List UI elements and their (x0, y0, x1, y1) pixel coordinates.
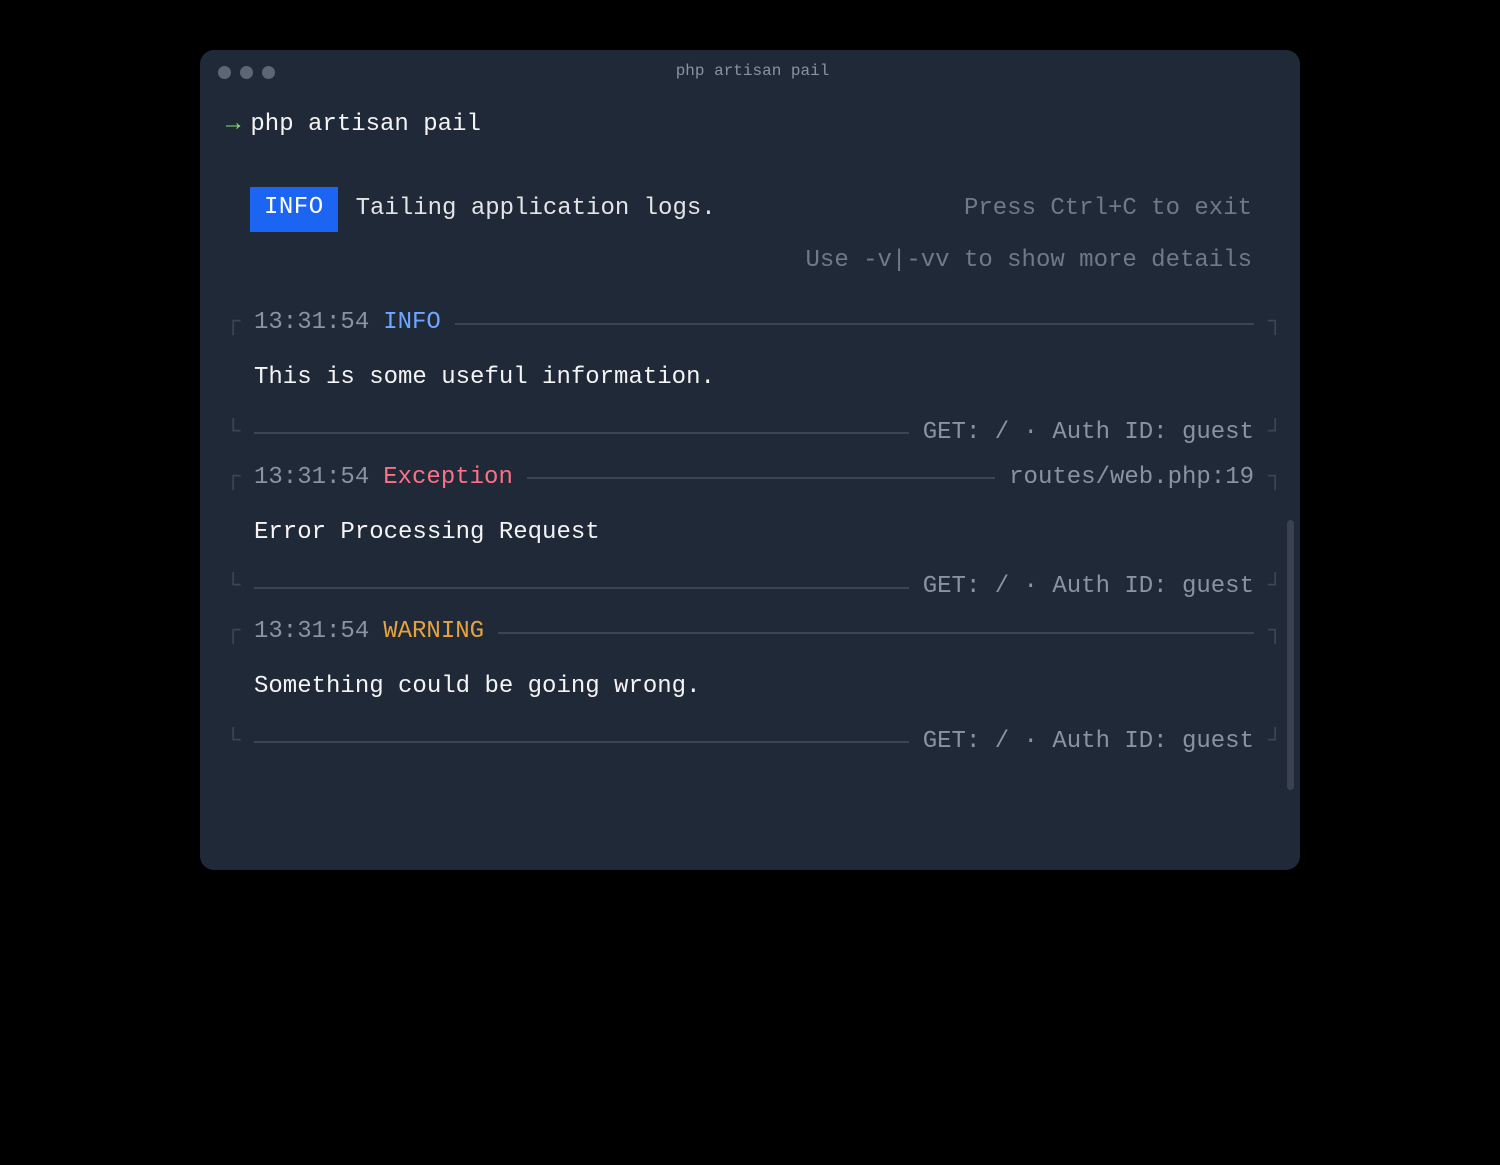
window-title: php artisan pail (223, 60, 1282, 83)
box-corner-icon: ┘ (1268, 725, 1282, 760)
scrollbar-thumb[interactable] (1287, 520, 1294, 790)
log-message: This is some useful information. (240, 341, 715, 416)
rule-line (254, 741, 909, 743)
box-corner-icon: ┐ (1268, 461, 1282, 496)
log-level: WARNING (383, 615, 484, 650)
rule-line (254, 587, 909, 589)
prompt-arrow-icon: → (226, 108, 240, 143)
log-entry-header: ┌ 13:31:54 Exception routes/web.php:19 ┐ (226, 461, 1282, 496)
log-request-meta: GET: / · Auth ID: guest (923, 570, 1254, 605)
titlebar[interactable]: php artisan pail (200, 50, 1300, 94)
terminal-content: → php artisan pail INFO Tailing applicat… (200, 94, 1300, 780)
box-corner-icon: └ (226, 725, 240, 760)
log-entry-footer: └ GET: / · Auth ID: guest ┘ (226, 416, 1282, 451)
info-badge: INFO (250, 187, 338, 232)
rule-line (254, 432, 909, 434)
log-entry-footer: └ GET: / · Auth ID: guest ┘ (226, 725, 1282, 760)
status-row: INFO Tailing application logs. Press Ctr… (250, 187, 1282, 232)
box-corner-icon: ┘ (1268, 570, 1282, 605)
exit-hint: Press Ctrl+C to exit (964, 192, 1252, 227)
log-message: Error Processing Request (240, 496, 600, 571)
verbose-hint-row: Use -v|-vv to show more details (226, 244, 1282, 279)
box-corner-icon: ┌ (226, 306, 240, 341)
rule-line (498, 632, 1254, 634)
log-entry-header: ┌ 13:31:54 WARNING ┐ (226, 615, 1282, 650)
log-request-meta: GET: / · Auth ID: guest (923, 416, 1254, 451)
log-entry-body: Error Processing Request (226, 496, 1282, 571)
log-entry: ┌ 13:31:54 WARNING ┐ Something could be goin… (226, 615, 1282, 759)
box-corner-icon: ┌ (226, 461, 240, 496)
box-side-icon (226, 496, 240, 571)
box-corner-icon: ┐ (1268, 306, 1282, 341)
log-level: Exception (383, 461, 513, 496)
log-timestamp: 13:31:54 (254, 615, 369, 650)
rule-line (527, 477, 995, 479)
box-side-icon (226, 341, 240, 416)
log-level: INFO (383, 306, 441, 341)
terminal-window: php artisan pail → php artisan pail INFO… (200, 50, 1300, 870)
log-message: Something could be going wrong. (240, 650, 700, 725)
log-timestamp: 13:31:54 (254, 461, 369, 496)
prompt-line: → php artisan pail (226, 108, 1282, 143)
log-entry-header: ┌ 13:31:54 INFO ┐ (226, 306, 1282, 341)
box-corner-icon: └ (226, 416, 240, 451)
log-source: routes/web.php:19 (1009, 461, 1254, 496)
log-request-meta: GET: / · Auth ID: guest (923, 725, 1254, 760)
log-entry-body: Something could be going wrong. (226, 650, 1282, 725)
log-entries: ┌ 13:31:54 INFO ┐ This is some useful inform… (226, 306, 1282, 759)
log-entry-footer: └ GET: / · Auth ID: guest ┘ (226, 570, 1282, 605)
box-corner-icon: ┌ (226, 615, 240, 650)
log-timestamp: 13:31:54 (254, 306, 369, 341)
log-entry: ┌ 13:31:54 Exception routes/web.php:19 ┐ Erro… (226, 461, 1282, 605)
box-side-icon (226, 650, 240, 725)
log-entry: ┌ 13:31:54 INFO ┐ This is some useful inform… (226, 306, 1282, 450)
box-corner-icon: ┘ (1268, 416, 1282, 451)
box-corner-icon: └ (226, 570, 240, 605)
status-message: Tailing application logs. (356, 192, 716, 227)
rule-line (455, 323, 1254, 325)
command-text: php artisan pail (250, 108, 480, 143)
verbose-hint: Use -v|-vv to show more details (806, 244, 1252, 279)
box-corner-icon: ┐ (1268, 615, 1282, 650)
log-entry-body: This is some useful information. (226, 341, 1282, 416)
